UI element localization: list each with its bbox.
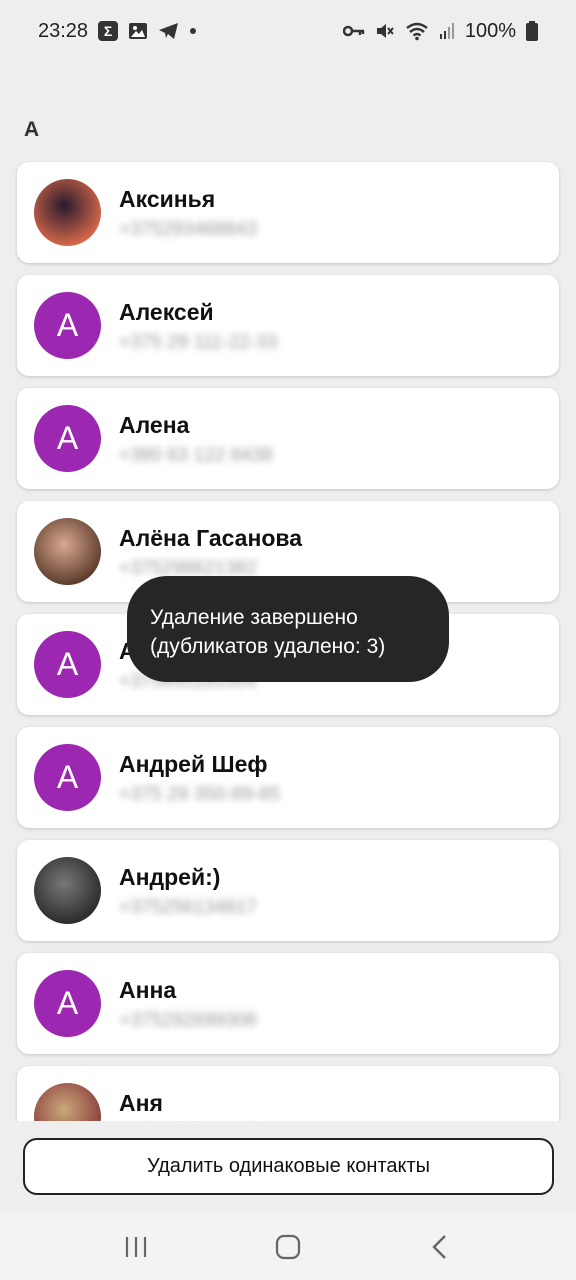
contact-name: Алексей — [119, 299, 214, 325]
contact-phone: +375 29 111-22-33 — [119, 332, 278, 353]
toast-line-2: (дубликатов удалено: 3) — [150, 635, 386, 658]
contact-card[interactable]: A Андрей Шеф +375 29 350-89-85 — [17, 727, 559, 828]
avatar-letter: A — [34, 292, 101, 359]
contact-phone: +380 63 122 8438 — [119, 445, 273, 466]
sigma-icon: Σ — [98, 21, 119, 41]
contact-phone: +375 29 350-89-85 — [119, 784, 281, 805]
battery-icon — [526, 21, 538, 41]
contact-card[interactable]: Андрей:) +375256134817 — [17, 840, 559, 941]
recents-icon[interactable] — [106, 1222, 166, 1272]
contact-name: Андрей Шеф — [119, 751, 268, 777]
telegram-icon — [158, 21, 180, 41]
toast-line-1: Удаление завершено — [150, 606, 358, 629]
back-icon[interactable] — [410, 1222, 470, 1272]
contact-name: Аня — [119, 1090, 163, 1116]
contact-name: Алёна Гасанова — [119, 525, 303, 551]
section-header-letter: А — [24, 118, 40, 141]
status-bar: 23:28 Σ 100% — [0, 0, 576, 62]
contact-phone: +375256134817 — [119, 897, 257, 918]
system-nav-bar — [0, 1213, 576, 1280]
contact-card[interactable]: A Алексей +375 29 111-22-33 — [17, 275, 559, 376]
mute-icon — [375, 21, 395, 41]
contact-card[interactable]: Аня+375291234567 — [17, 1066, 559, 1121]
contact-name: Аксинья — [119, 186, 216, 212]
contact-name: Алена — [119, 412, 190, 438]
contact-card[interactable]: Аксинья +375293468843 — [17, 162, 559, 263]
avatar-letter: A — [34, 744, 101, 811]
wifi-icon — [405, 21, 429, 41]
avatar-photo — [34, 179, 101, 246]
gallery-icon — [128, 21, 148, 41]
key-icon — [342, 24, 365, 38]
avatar-initial: A — [56, 646, 79, 682]
dot-icon — [190, 28, 197, 34]
avatar-letter: A — [34, 405, 101, 472]
toast-message: Удаление завершено (дубликатов удалено: … — [127, 576, 449, 682]
contact-phone: +375292699306 — [119, 1010, 257, 1031]
contact-name: Андрей:) — [119, 864, 221, 890]
bottom-action-area: Удалить одинаковые контакты — [0, 1121, 576, 1213]
status-right: 100% — [342, 19, 538, 43]
avatar-initial: A — [56, 759, 79, 795]
avatar-letter: A — [34, 970, 101, 1037]
avatar-photo — [34, 518, 101, 585]
contact-card[interactable]: A Анна +375292699306 — [17, 953, 559, 1054]
avatar-initial: A — [56, 985, 79, 1021]
avatar-photo — [34, 1083, 101, 1121]
status-left: 23:28 Σ — [38, 19, 197, 43]
signal-icon — [439, 22, 455, 40]
contact-card[interactable]: A Алена +380 63 122 8438 — [17, 388, 559, 489]
status-time: 23:28 — [38, 19, 89, 42]
home-icon[interactable] — [258, 1222, 318, 1272]
battery-percent: 100% — [464, 19, 516, 42]
contact-name: Анна — [119, 977, 177, 1003]
remove-duplicates-button[interactable]: Удалить одинаковые контакты — [23, 1138, 554, 1195]
avatar-initial: A — [56, 420, 79, 456]
avatar-initial: A — [56, 307, 79, 343]
contact-phone: +375293468843 — [119, 219, 257, 240]
avatar-photo — [34, 857, 101, 924]
avatar-letter: A — [34, 631, 101, 698]
